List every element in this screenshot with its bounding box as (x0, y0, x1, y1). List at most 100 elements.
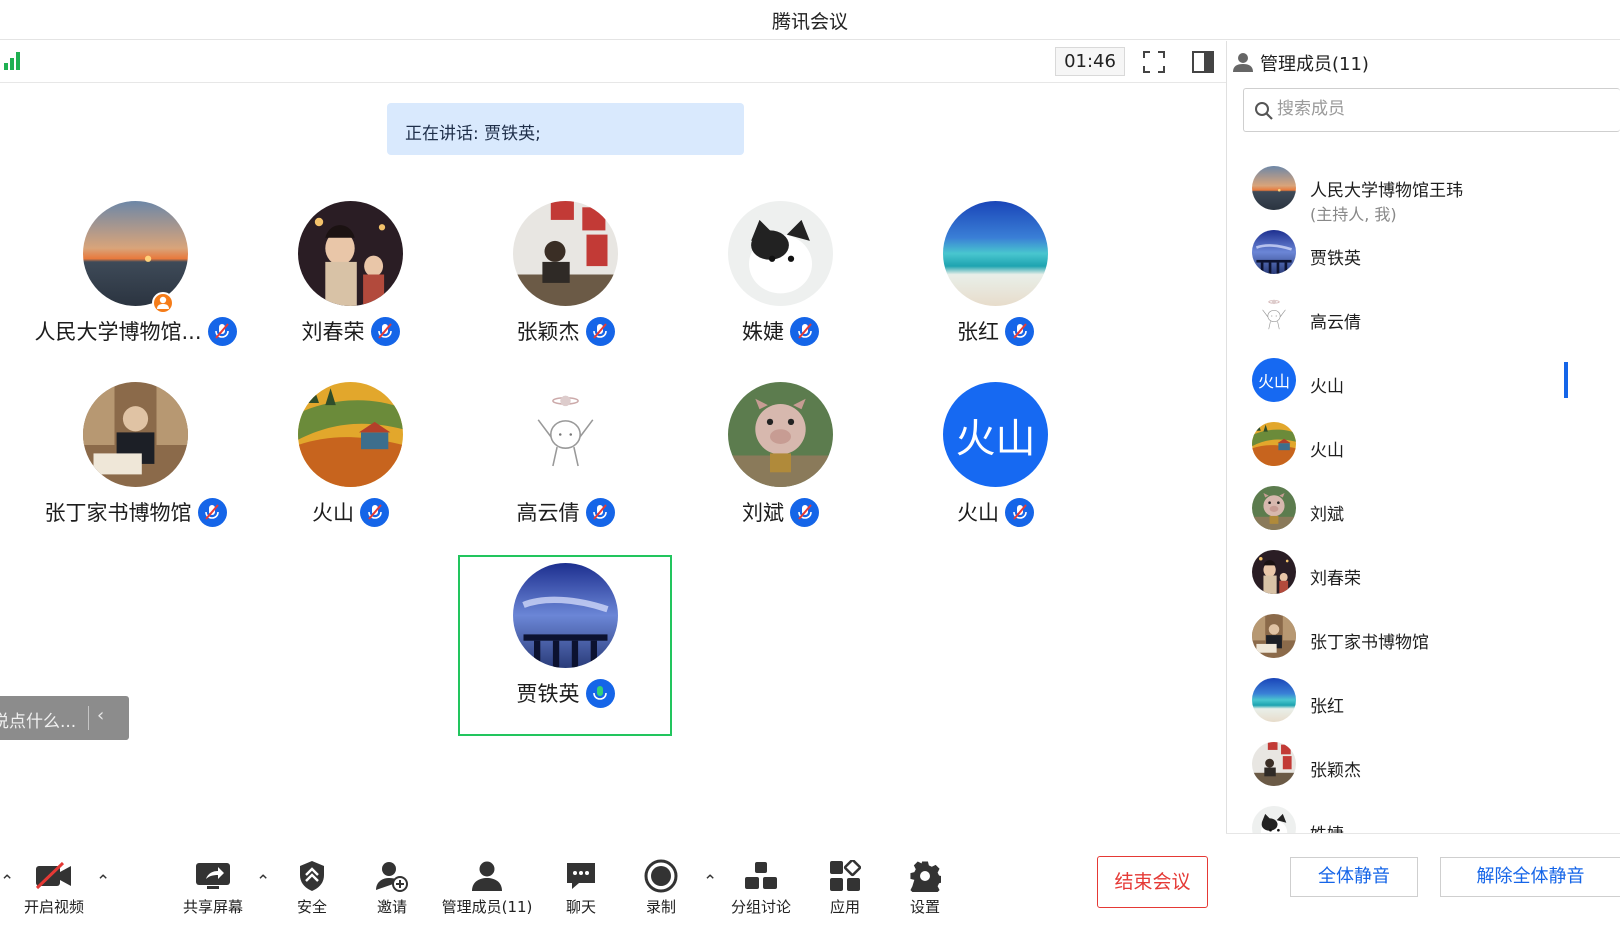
participant-tile[interactable]: 姝婕 (673, 201, 888, 381)
member-row[interactable]: 张丁家书博物馆 (1252, 614, 1620, 662)
share-screen-icon (176, 858, 250, 894)
member-search-box[interactable] (1243, 88, 1620, 132)
chat-button[interactable]: 聊天 (556, 858, 606, 918)
apps-button[interactable]: 应用 (820, 858, 870, 918)
chat-bubble-icon (556, 858, 606, 894)
member-row[interactable]: 火山 (1252, 422, 1620, 470)
member-row[interactable]: 贾铁英 (1252, 230, 1620, 278)
member-row[interactable]: 人民大学博物馆王玮 (主持人, 我) (1252, 166, 1620, 224)
shield-icon (286, 858, 338, 894)
share-screen-label: 共享屏幕 (182, 898, 243, 916)
member-avatar (1252, 486, 1296, 530)
mic-muted-icon[interactable] (370, 316, 400, 346)
mic-muted-icon[interactable] (207, 316, 237, 346)
mic-muted-icon[interactable] (197, 497, 227, 527)
mic-muted-icon[interactable] (585, 497, 615, 527)
member-avatar (1252, 294, 1296, 338)
network-signal-icon[interactable] (4, 50, 24, 70)
security-button[interactable]: 安全 (286, 858, 338, 918)
member-name: 张丁家书博物馆 (1310, 633, 1429, 653)
mic-muted-icon[interactable] (585, 316, 615, 346)
member-row[interactable]: 刘春荣 (1252, 550, 1620, 598)
participant-name: 刘春荣 (301, 320, 365, 344)
participant-name: 张颖杰 (516, 320, 580, 344)
share-options-caret-icon[interactable]: ⌃ (256, 872, 270, 892)
audio-options-caret-icon[interactable]: ⌃ (0, 872, 14, 892)
participant-name: 高云倩 (516, 501, 580, 525)
record-icon (636, 858, 686, 894)
video-off-icon (18, 858, 90, 894)
breakout-label: 分组讨论 (730, 898, 791, 916)
apps-label: 应用 (829, 898, 860, 916)
participant-tile[interactable]: 火山 (243, 382, 458, 562)
participant-tile[interactable]: 张红 (888, 201, 1103, 381)
unmute-all-button[interactable]: 解除全体静音 (1440, 857, 1620, 897)
collapse-chevron-icon[interactable]: ‹ (97, 705, 104, 726)
mic-muted-icon[interactable] (790, 497, 819, 527)
participant-name: 火山 (312, 501, 354, 525)
participant-tile[interactable]: 高云倩 (458, 382, 673, 562)
participant-avatar (298, 382, 403, 487)
participant-avatar (728, 382, 833, 487)
participant-tile[interactable]: 张丁家书博物馆 (28, 382, 243, 562)
video-options-caret-icon[interactable]: ⌃ (96, 872, 110, 892)
chat-quick-input[interactable]: 说点什么... ‹ (0, 696, 129, 740)
start-video-label: 开启视频 (23, 898, 84, 916)
member-name: 刘斌 (1310, 505, 1344, 525)
member-avatar: 火山 (1252, 358, 1296, 402)
fullscreen-icon[interactable] (1139, 47, 1169, 77)
mic-muted-icon[interactable] (360, 497, 389, 527)
member-avatar (1252, 550, 1296, 594)
member-row[interactable]: 刘斌 (1252, 486, 1620, 534)
active-speaker-frame (458, 555, 672, 736)
participant-avatar (513, 382, 618, 487)
member-row[interactable]: 高云倩 (1252, 294, 1620, 342)
chat-placeholder: 说点什么... (0, 712, 77, 732)
share-screen-button[interactable]: 共享屏幕 (176, 858, 250, 918)
participant-tile[interactable]: 人民大学博物馆... (28, 201, 243, 381)
participant-tile[interactable]: 火山 火山 (888, 382, 1103, 562)
avatar-initials: 火山 (1252, 358, 1296, 402)
member-search-input[interactable] (1277, 99, 1577, 119)
mic-muted-icon[interactable] (1005, 316, 1034, 346)
mic-muted-icon[interactable] (1005, 497, 1034, 527)
mute-all-button[interactable]: 全体静音 (1290, 857, 1418, 897)
participant-avatar (298, 201, 403, 306)
participant-tile[interactable]: 刘斌 (673, 382, 888, 562)
title-bar: 腾讯会议 (0, 0, 1620, 40)
participant-avatar (83, 382, 188, 487)
start-video-button[interactable]: 开启视频 (18, 858, 90, 918)
breakout-rooms-icon (725, 858, 797, 894)
layout-toggle-icon[interactable] (1188, 47, 1218, 77)
invite-button[interactable]: 邀请 (366, 858, 418, 918)
end-meeting-button[interactable]: 结束会议 (1097, 856, 1208, 908)
member-name: 贾铁英 (1310, 249, 1361, 269)
settings-label: 设置 (909, 898, 940, 916)
settings-button[interactable]: 设置 (900, 858, 950, 918)
participant-avatar: 火山 (943, 382, 1048, 487)
participant-avatar (83, 201, 188, 306)
chat-label: 聊天 (565, 898, 596, 916)
participant-name: 火山 (957, 501, 999, 525)
breakout-button[interactable]: 分组讨论 (725, 858, 797, 918)
participant-avatar (728, 201, 833, 306)
panel-scrollbar[interactable] (1564, 362, 1568, 398)
avatar-initials: 火山 (943, 382, 1048, 487)
member-name: 高云倩 (1310, 313, 1361, 333)
participant-tile[interactable]: 刘春荣 (243, 201, 458, 381)
member-row[interactable]: 张红 (1252, 678, 1620, 726)
participant-name: 人民大学博物馆... (34, 320, 202, 344)
manage-members-button[interactable]: 管理成员(11) (440, 858, 534, 918)
mic-muted-icon[interactable] (790, 316, 819, 346)
participant-name: 刘斌 (742, 501, 784, 525)
participant-tile[interactable]: 张颖杰 (458, 201, 673, 381)
record-button[interactable]: 录制 (636, 858, 686, 918)
members-icon (440, 858, 534, 894)
security-label: 安全 (296, 898, 327, 916)
meeting-topbar (0, 41, 1226, 83)
record-options-caret-icon[interactable]: ⌃ (703, 872, 717, 892)
participant-avatar (943, 201, 1048, 306)
member-row[interactable]: 张颖杰 (1252, 742, 1620, 790)
search-icon (1254, 101, 1274, 125)
participant-name: 张红 (957, 320, 999, 344)
